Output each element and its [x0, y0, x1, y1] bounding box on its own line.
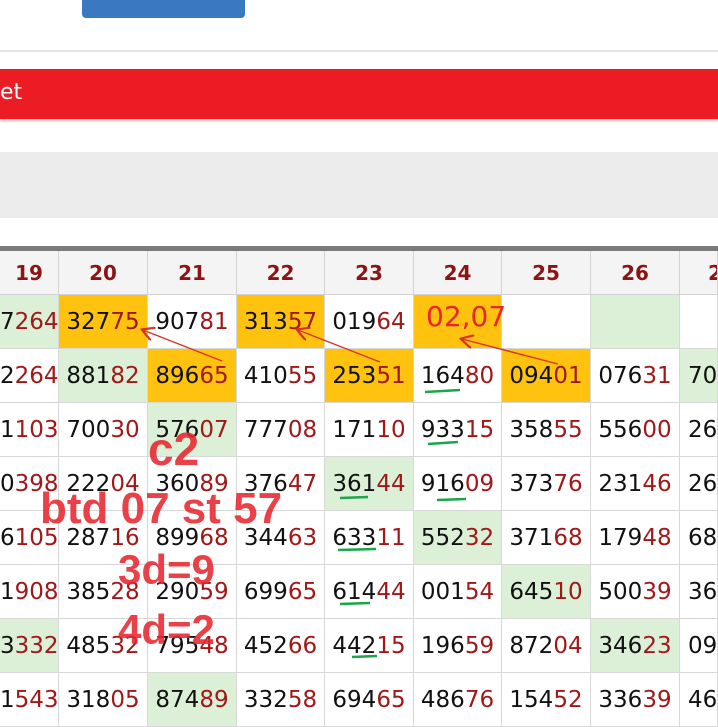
underline-mark	[337, 547, 377, 552]
annotation-3d: 3d=9	[118, 546, 215, 593]
annotation-btd: btd 07 st 57	[40, 484, 283, 533]
underline-mark	[427, 440, 459, 446]
underline-mark	[339, 495, 369, 500]
arrow-line	[143, 330, 223, 362]
underline-mark	[339, 601, 371, 606]
underline-mark	[351, 654, 378, 659]
annotation-arrows	[0, 0, 559, 659]
annotation-c2: c2	[148, 423, 200, 475]
underline-mark	[436, 497, 467, 502]
underline-mark	[424, 388, 461, 394]
handwritten-note: 02,07	[426, 300, 507, 333]
arrow-line	[462, 339, 559, 365]
annotation-4d: 4d=2	[118, 606, 215, 653]
arrow-line	[298, 330, 381, 363]
